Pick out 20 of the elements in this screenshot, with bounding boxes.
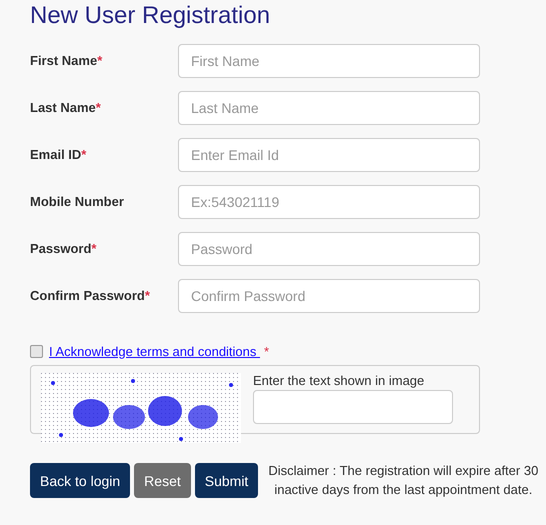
captcha-prompt: Enter the text shown in image [253, 373, 426, 388]
field-label: Last Name* [30, 100, 102, 115]
disclaimer-text: Disclaimer : The registration will expire after 30 inactive days from the last appointment date. [267, 462, 540, 499]
input-field[interactable]: Enter Email Id [178, 138, 480, 172]
terms-link[interactable]: I Acknowledge terms and conditions [49, 344, 260, 358]
page-title: New User Registration [30, 2, 272, 31]
field-label: Mobile Number [30, 194, 125, 209]
input-field[interactable]: Last Name [178, 90, 480, 124]
input-field[interactable]: Ex:543021119 [178, 184, 480, 218]
form-button[interactable]: Back to login [30, 463, 130, 498]
field-label: Confirm Password* [30, 288, 151, 303]
required-mark: * [264, 344, 270, 358]
form-button[interactable]: Submit [194, 463, 258, 498]
input-field[interactable]: First Name [178, 44, 480, 78]
field-label: Email ID* [30, 147, 88, 162]
input-field[interactable]: Confirm Password [178, 278, 480, 312]
field-label: First Name* [30, 53, 104, 68]
field-label: Password* [30, 241, 98, 256]
input-field[interactable]: Password [178, 232, 480, 266]
form-button[interactable]: Reset [134, 463, 191, 498]
